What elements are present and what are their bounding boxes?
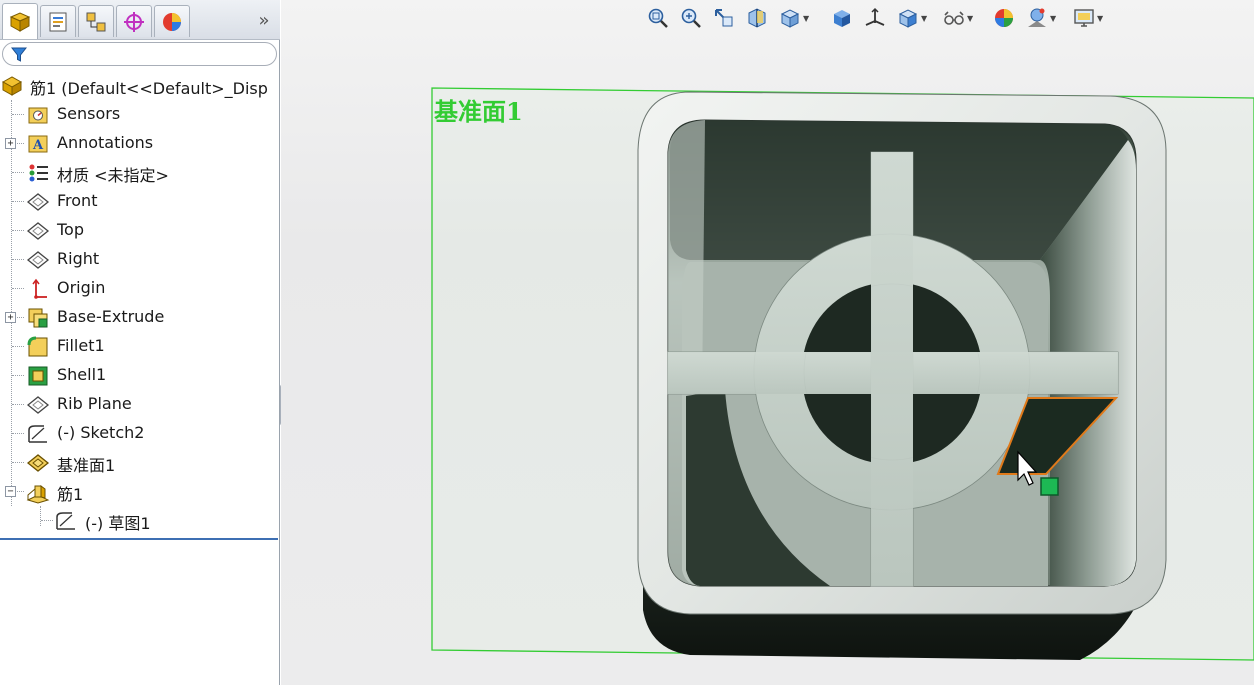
previous-view-icon <box>715 9 733 27</box>
tree-item-right-plane[interactable]: Right <box>0 245 280 274</box>
tree-item-rib-plane[interactable]: Rib Plane <box>0 390 280 419</box>
appearance-sphere-icon <box>995 9 1013 27</box>
hide-show-items-icon <box>865 7 885 26</box>
heads-up-view-toolbar: ▼ ▼ ▼ ▼ ▼ <box>642 4 1122 32</box>
display-style-button[interactable] <box>830 4 854 32</box>
tree-item-sketch2[interactable]: (-) Sketch2 <box>0 419 280 448</box>
expand-toggle[interactable]: + <box>5 138 16 149</box>
filter-icon <box>11 47 27 62</box>
propertymanager-tab[interactable] <box>40 5 76 37</box>
tree-item-label: Sensors <box>57 104 121 123</box>
svg-text:A: A <box>32 138 44 153</box>
plane-icon <box>26 248 50 272</box>
rib-icon <box>26 480 50 504</box>
apply-scene-button[interactable]: ▼ <box>1025 4 1056 32</box>
screen-capture-icon <box>1074 9 1094 27</box>
tree-item-label: Top <box>57 220 84 239</box>
tree-item-shell1[interactable]: Shell1 <box>0 361 280 390</box>
annotations-icon: A <box>26 132 50 156</box>
zoom-to-area-button[interactable] <box>679 4 703 32</box>
screen-capture-button[interactable]: ▼ <box>1072 4 1103 32</box>
origin-icon <box>26 277 50 301</box>
tree-item-front-plane[interactable]: Front <box>0 187 280 216</box>
dimxpertmanager-tab[interactable] <box>116 5 152 37</box>
tree-root[interactable]: 筋1 (Default<<Default>_Disp <box>0 71 280 100</box>
tree-item-label: Rib Plane <box>57 394 132 413</box>
plane-icon <box>26 190 50 214</box>
collapse-toggle[interactable]: − <box>5 486 16 497</box>
tree-item-label: Fillet1 <box>57 336 105 355</box>
view-settings-icon <box>944 11 964 25</box>
view-orientation-button[interactable]: ▼ <box>778 4 809 32</box>
tree-filter-input[interactable] <box>2 42 277 66</box>
scene-icon <box>1028 8 1046 27</box>
edit-appearance-button[interactable]: ▼ <box>896 4 927 32</box>
sensors-icon <box>26 103 50 127</box>
drag-handle[interactable] <box>1040 477 1059 496</box>
fillet-icon <box>26 335 50 359</box>
tree-item-label: 基准面1 <box>57 456 116 475</box>
part-icon <box>0 74 24 98</box>
part-outer-rim-face[interactable] <box>637 91 1167 615</box>
tree-item-fillet1[interactable]: Fillet1 <box>0 332 280 361</box>
tree-item-label: 材质 <未指定> <box>57 166 169 185</box>
tree-item-label: 筋1 <box>57 485 84 504</box>
featuremanager-icon <box>9 11 31 32</box>
tree-item-label: Base-Extrude <box>57 307 165 326</box>
tree-item-plane1[interactable]: 基准面1 <box>0 448 280 477</box>
feature-tree: 筋1 (Default<<Default>_Disp Sensors + A A… <box>0 71 280 535</box>
tree-rollback-bar[interactable] <box>0 538 278 540</box>
dimxpert-icon <box>124 11 144 32</box>
tree-item-label: Shell1 <box>57 365 107 384</box>
view-settings-button[interactable]: ▼ <box>942 4 973 32</box>
tree-item-label: Annotations <box>57 133 154 152</box>
tree-item-sketch1[interactable]: (-) 草图1 <box>0 506 280 535</box>
tree-item-label: (-) Sketch2 <box>57 423 145 442</box>
display-style-icon <box>834 10 850 27</box>
edit-appearance-icon <box>898 9 918 28</box>
tree-item-label: Origin <box>57 278 106 297</box>
tree-item-label: Front <box>57 191 98 210</box>
previous-view-button[interactable] <box>712 4 736 32</box>
zoom-to-fit-button[interactable] <box>646 4 670 32</box>
tree-item-label: (-) 草图1 <box>85 514 151 533</box>
zoom-to-area-icon <box>681 8 701 28</box>
shell-icon <box>26 364 50 388</box>
hide-show-items-button[interactable] <box>863 4 887 32</box>
tree-item-annotations[interactable]: + A Annotations <box>0 129 280 158</box>
appearance-icon <box>163 12 181 31</box>
zoom-to-fit-icon <box>648 8 668 28</box>
extrude-icon <box>26 306 50 330</box>
tree-item-base-extrude[interactable]: + Base-Extrude <box>0 303 280 332</box>
configurationmanager-icon <box>86 12 106 31</box>
tree-root-label: 筋1 (Default<<Default>_Disp <box>30 79 268 98</box>
tree-item-top-plane[interactable]: Top <box>0 216 280 245</box>
tree-item-material[interactable]: 材质 <未指定> <box>0 158 280 187</box>
appearance-button[interactable] <box>992 4 1016 32</box>
tree-item-origin[interactable]: Origin <box>0 274 280 303</box>
material-icon <box>26 161 50 185</box>
tree-item-label: Right <box>57 249 100 268</box>
panel-tab-bar: » <box>0 0 280 40</box>
sketch-icon <box>26 422 50 446</box>
more-tabs-button[interactable]: » <box>254 9 274 31</box>
section-view-button[interactable] <box>745 4 769 32</box>
featuremanager-tab[interactable] <box>2 3 38 39</box>
section-view-icon <box>748 8 766 28</box>
plane-selected-icon <box>26 451 50 475</box>
configurationmanager-tab[interactable] <box>78 5 114 37</box>
view-orientation-icon <box>780 9 800 28</box>
expand-toggle[interactable]: + <box>5 312 16 323</box>
plane-icon <box>26 219 50 243</box>
feature-manager-panel: » 筋1 (Default<<Default>_Disp Sensors + A… <box>0 0 280 685</box>
propertymanager-icon <box>49 12 67 31</box>
sketch-icon <box>54 509 78 533</box>
tree-item-sensors[interactable]: Sensors <box>0 100 280 129</box>
tree-item-rib1[interactable]: − 筋1 <box>0 477 280 506</box>
plane-icon <box>26 393 50 417</box>
plane-label: 基准面1 <box>434 97 523 126</box>
display-manager-tab[interactable] <box>154 5 190 37</box>
